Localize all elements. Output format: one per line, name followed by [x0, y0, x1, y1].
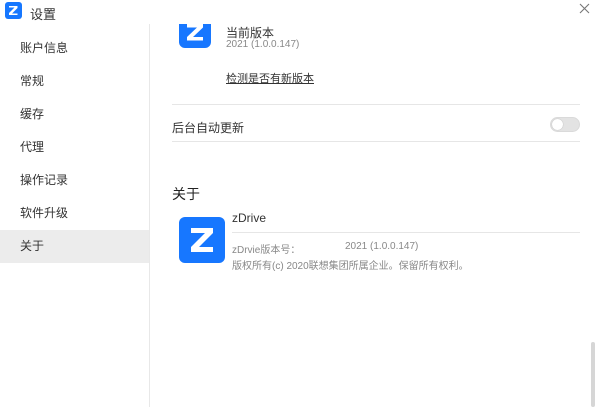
- sidebar-item-label: 代理: [20, 140, 45, 154]
- sidebar-item-account[interactable]: 账户信息: [0, 32, 149, 65]
- about-section-title: 关于: [172, 186, 200, 202]
- current-version-number: 2021 (1.0.0.147): [226, 39, 300, 50]
- sidebar-item-about[interactable]: 关于: [0, 230, 149, 263]
- sidebar-item-proxy[interactable]: 代理: [0, 131, 149, 164]
- auto-update-label: 后台自动更新: [172, 121, 245, 135]
- sidebar-item-cache[interactable]: 缓存: [0, 98, 149, 131]
- check-update-link[interactable]: 检测是否有新版本: [226, 70, 314, 86]
- divider: [172, 141, 580, 142]
- about-copyright: 版权所有(c) 2020联想集团所属企业。保留所有权利。: [232, 261, 469, 272]
- settings-sidebar: 账户信息 常规 缓存 代理 操作记录 软件升级 关于: [0, 24, 150, 407]
- sidebar-item-operation-log[interactable]: 操作记录: [0, 164, 149, 197]
- divider: [172, 104, 580, 105]
- toggle-knob: [552, 119, 563, 130]
- about-version-value: 2021 (1.0.0.147): [345, 241, 419, 252]
- auto-update-toggle[interactable]: [550, 117, 580, 132]
- sidebar-item-general[interactable]: 常规: [0, 65, 149, 98]
- scrollbar[interactable]: [591, 342, 595, 407]
- close-icon: [579, 3, 590, 14]
- settings-content: 当前版本 2021 (1.0.0.147) 检测是否有新版本 后台自动更新 关于…: [150, 24, 600, 407]
- about-app-name: zDrive: [232, 211, 267, 225]
- sidebar-item-label: 账户信息: [20, 41, 69, 55]
- sidebar-item-label: 关于: [20, 239, 45, 253]
- about-version-label: zDrvie版本号：: [232, 245, 301, 256]
- window-title: 设置: [30, 7, 57, 22]
- settings-window: 设置 账户信息 常规 缓存 代理 操作记录 软件升级 关于 当前版本 2021 …: [0, 0, 600, 407]
- sidebar-item-label: 操作记录: [20, 173, 69, 187]
- z-logo-icon: [5, 2, 22, 19]
- sidebar-item-label: 软件升级: [20, 206, 69, 220]
- divider: [232, 232, 580, 233]
- sidebar-item-label: 缓存: [20, 107, 45, 121]
- z-logo-icon: [187, 24, 203, 41]
- sidebar-item-upgrade[interactable]: 软件升级: [0, 197, 149, 230]
- sidebar-item-label: 常规: [20, 74, 45, 88]
- title-bar: 设置: [0, 0, 600, 24]
- close-button[interactable]: [576, 0, 594, 18]
- app-icon: [179, 217, 225, 263]
- app-icon: [179, 24, 211, 48]
- z-logo-icon: [191, 228, 213, 252]
